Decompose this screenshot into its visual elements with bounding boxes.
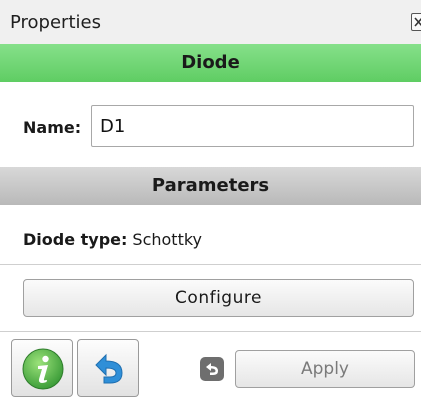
diode-type-row: Diode type: Schottky <box>23 230 202 249</box>
diode-type-value: Schottky <box>132 230 203 249</box>
undo-icon <box>95 353 123 384</box>
info-icon <box>22 348 64 390</box>
parameters-section-header: Parameters <box>0 167 421 205</box>
diode-section-header: Diode <box>0 44 421 82</box>
divider <box>0 264 421 265</box>
revert-glyph <box>206 363 218 375</box>
name-label: Name: <box>23 118 82 137</box>
diode-type-label: Diode type: <box>23 230 128 249</box>
undo-button[interactable] <box>77 339 139 397</box>
close-icon[interactable] <box>411 13 421 31</box>
name-input[interactable] <box>91 105 414 147</box>
properties-title-bar: Properties <box>0 0 421 44</box>
revert-icon[interactable] <box>200 357 224 381</box>
divider <box>0 331 421 332</box>
panel-title: Properties <box>10 12 101 33</box>
info-button[interactable] <box>11 339 73 397</box>
configure-button[interactable]: Configure <box>23 279 414 317</box>
apply-button[interactable]: Apply <box>235 350 415 388</box>
close-glyph <box>414 17 421 27</box>
